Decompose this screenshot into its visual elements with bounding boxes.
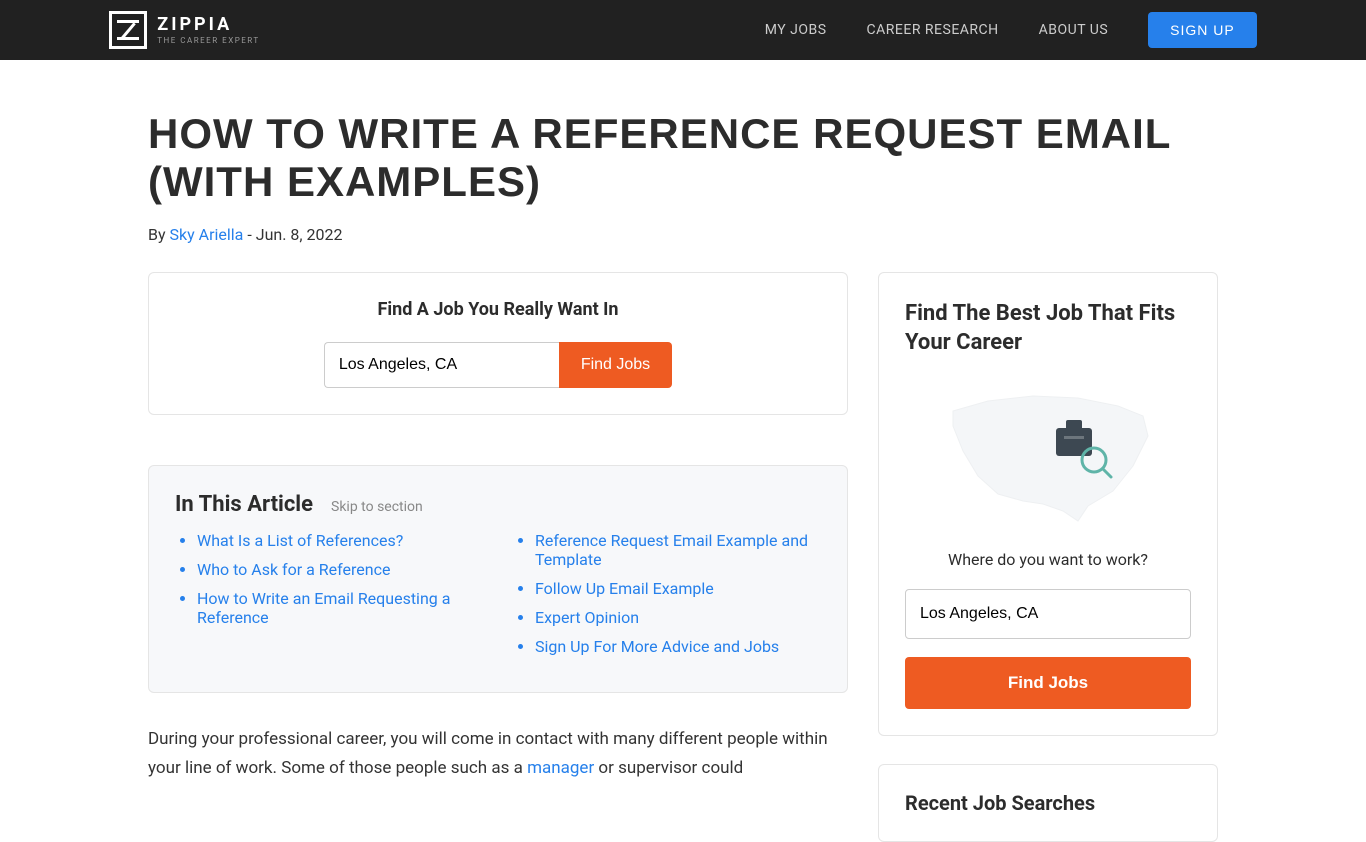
sidebar-location-input[interactable] bbox=[905, 589, 1191, 639]
author-link[interactable]: Sky Ariella bbox=[170, 225, 244, 244]
best-job-title: Find The Best Job That Fits Your Career bbox=[905, 299, 1191, 358]
find-job-search: Find Jobs bbox=[175, 342, 821, 388]
logo[interactable]: ZIPPIA THE CAREER EXPERT bbox=[109, 11, 259, 49]
recent-searches-card: Recent Job Searches bbox=[878, 764, 1218, 842]
by-prefix: By bbox=[148, 225, 170, 244]
toc-left-list: What Is a List of References? Who to Ask… bbox=[175, 531, 483, 666]
toc-card: In This Article Skip to section What Is … bbox=[148, 465, 848, 693]
toc-link[interactable]: What Is a List of References? bbox=[197, 531, 403, 550]
sidebar-find-jobs-button[interactable]: Find Jobs bbox=[905, 657, 1191, 709]
toc-right-list: Reference Request Email Example and Temp… bbox=[513, 531, 821, 666]
best-job-card: Find The Best Job That Fits Your Career … bbox=[878, 272, 1218, 736]
main-column: Find A Job You Really Want In Find Jobs … bbox=[148, 244, 848, 785]
map-illustration bbox=[905, 376, 1191, 526]
recent-searches-title: Recent Job Searches bbox=[905, 791, 1191, 815]
toc-link[interactable]: Sign Up For More Advice and Jobs bbox=[535, 637, 779, 656]
brand-tagline: THE CAREER EXPERT bbox=[157, 36, 259, 45]
nav-my-jobs[interactable]: MY JOBS bbox=[765, 22, 827, 38]
signup-button[interactable]: SIGN UP bbox=[1148, 12, 1257, 48]
primary-nav: MY JOBS CAREER RESEARCH ABOUT US SIGN UP bbox=[765, 12, 1257, 48]
find-job-title: Find A Job You Really Want In bbox=[175, 299, 821, 320]
manager-link[interactable]: manager bbox=[527, 758, 594, 778]
nav-career-research[interactable]: CAREER RESEARCH bbox=[867, 22, 999, 38]
logo-icon bbox=[109, 11, 147, 49]
find-job-card: Find A Job You Really Want In Find Jobs bbox=[148, 272, 848, 415]
article-date: Jun. 8, 2022 bbox=[256, 225, 343, 244]
usa-map-icon bbox=[938, 376, 1158, 526]
article-title: HOW TO WRITE A REFERENCE REQUEST EMAIL (… bbox=[148, 110, 1218, 207]
date-sep: - bbox=[243, 225, 255, 244]
toc-link[interactable]: Follow Up Email Example bbox=[535, 579, 714, 598]
toc-link[interactable]: How to Write an Email Requesting a Refer… bbox=[197, 589, 450, 627]
byline: By Sky Ariella - Jun. 8, 2022 bbox=[148, 225, 1218, 244]
find-jobs-button[interactable]: Find Jobs bbox=[559, 342, 672, 388]
article-intro: During your professional career, you wil… bbox=[148, 725, 848, 785]
site-header: ZIPPIA THE CAREER EXPERT MY JOBS CAREER … bbox=[0, 0, 1366, 60]
toc-link[interactable]: Who to Ask for a Reference bbox=[197, 560, 390, 579]
brand-name: ZIPPIA bbox=[157, 16, 259, 34]
toc-title: In This Article bbox=[175, 492, 313, 517]
toc-skip-label: Skip to section bbox=[331, 499, 423, 515]
sidebar: Find The Best Job That Fits Your Career … bbox=[878, 244, 1218, 842]
toc-link[interactable]: Reference Request Email Example and Temp… bbox=[535, 531, 808, 569]
toc-link[interactable]: Expert Opinion bbox=[535, 608, 639, 627]
nav-about-us[interactable]: ABOUT US bbox=[1039, 22, 1109, 38]
location-input[interactable] bbox=[324, 342, 559, 388]
sidebar-question: Where do you want to work? bbox=[905, 550, 1191, 569]
